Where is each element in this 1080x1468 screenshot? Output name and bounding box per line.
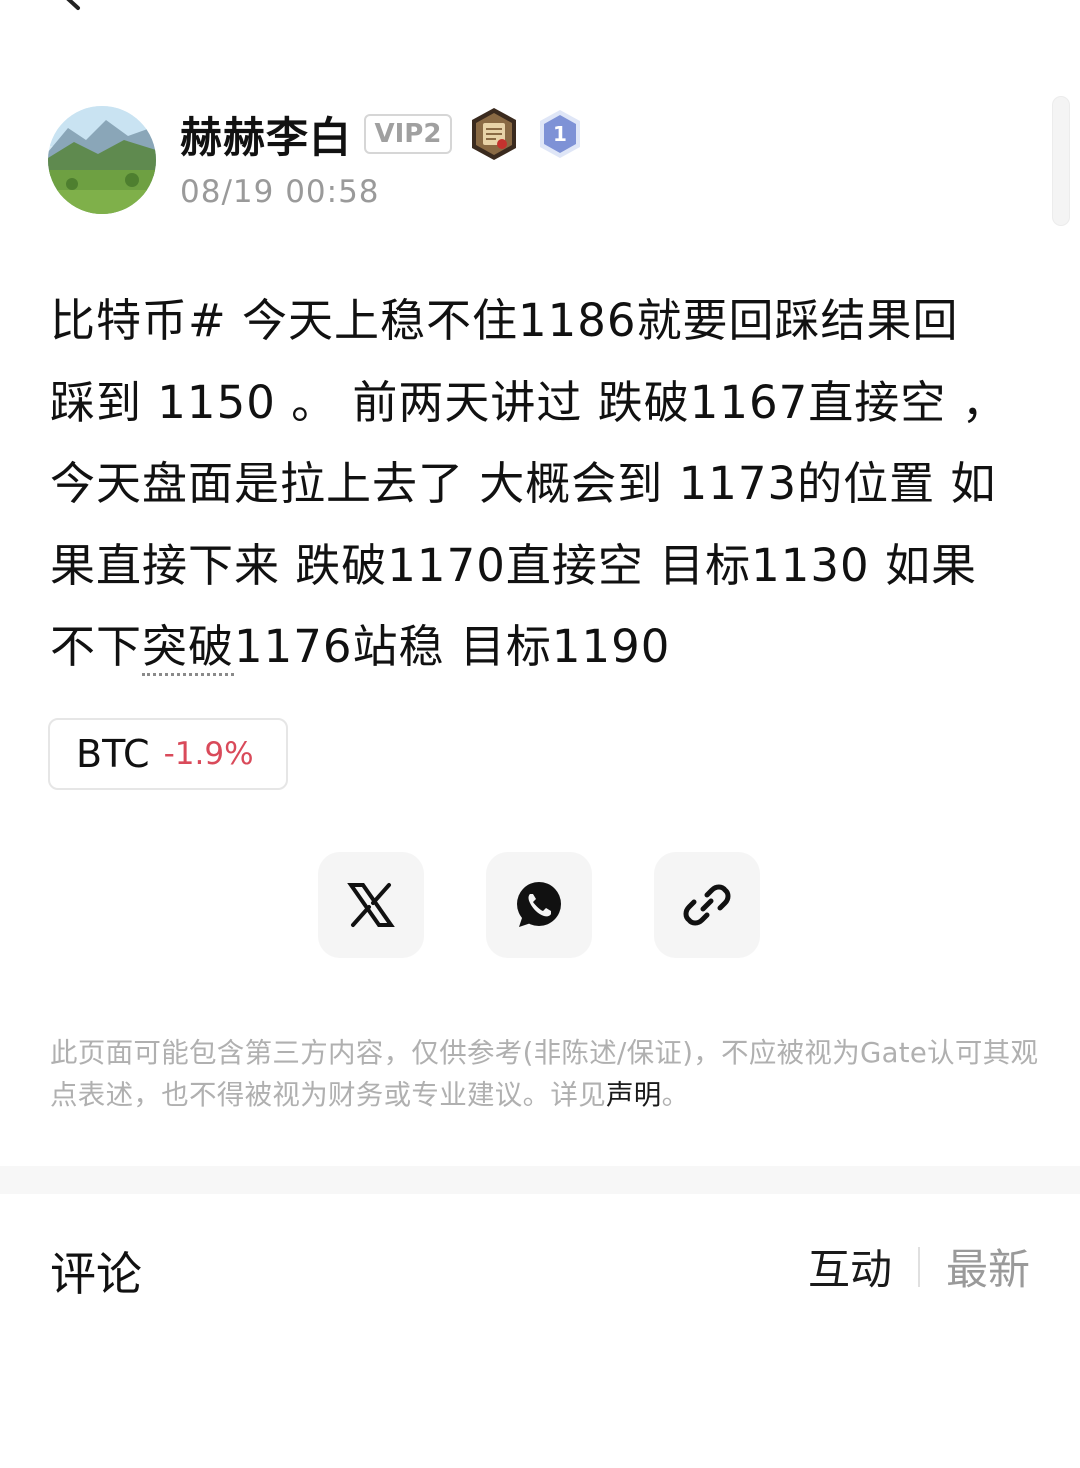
vip-badge: VIP2 [364, 114, 452, 154]
post-line: 今天盘面是拉上去了 大概会到 1173的位置 如 [50, 457, 997, 510]
post-line: 果直接下来 跌破1170直接空 目标1130 如果 [50, 538, 977, 592]
sort-tab-latest[interactable]: 最新 [946, 1236, 1030, 1297]
term-link[interactable]: 突破 [142, 620, 235, 676]
whatsapp-icon [517, 882, 561, 927]
level-badge-icon: 1 [540, 110, 580, 158]
post-line: 比特币# 今天上稳不住1186就要回踩结果回 [50, 294, 959, 347]
disclaimer: 此页面可能包含第三方内容，仅供参考(非陈述/保证)，不应被视为Gate认可其观点… [50, 1032, 1040, 1116]
medal-icon [472, 108, 516, 160]
link-icon [683, 884, 731, 926]
post-text: 不下 [50, 620, 143, 673]
post-body: 比特币# 今天上稳不住1186就要回踩结果回 踩到 1150 。 前两天讲过 跌… [50, 280, 1040, 688]
ticker-change: -1.9% [163, 736, 254, 772]
copy-link-button[interactable] [654, 852, 760, 958]
x-logo-icon [347, 883, 395, 927]
comment-sort-tabs: 互动 最新 [808, 1236, 1030, 1297]
share-x-button[interactable] [318, 852, 424, 958]
author-name[interactable]: 赫赫李白 [180, 110, 352, 166]
comments-title: 评论 [50, 1247, 142, 1301]
sort-divider [917, 1246, 920, 1287]
ticker-symbol: BTC [76, 732, 150, 776]
disclaimer-link[interactable]: 声明 [606, 1079, 662, 1111]
avatar[interactable] [48, 106, 156, 214]
post-text: 1176站稳 目标1190 [234, 620, 671, 673]
share-whatsapp-button[interactable] [486, 852, 592, 958]
author-header: 赫赫李白 VIP2 1 08/19 00:58 [48, 106, 748, 216]
share-row [318, 852, 762, 958]
ticker-chip[interactable]: BTC -1.9% [48, 718, 288, 790]
level-number: 1 [553, 122, 567, 146]
post-line: 不下突破1176站稳 目标1190 [50, 606, 1040, 688]
post-line: 踩到 1150 。 前两天讲过 跌破1167直接空 ， [50, 375, 1008, 429]
back-arrow-icon[interactable] [56, 0, 86, 12]
section-divider [0, 1166, 1080, 1194]
disclaimer-suffix: 。 [661, 1079, 690, 1111]
disclaimer-text: 此页面可能包含第三方内容，仅供参考(非陈述/保证)，不应被视为Gate认可其观点… [50, 1037, 1039, 1111]
sort-tab-interaction[interactable]: 互动 [808, 1236, 892, 1297]
scrollbar-thumb[interactable] [1052, 96, 1070, 226]
post-time: 08/19 00:58 [180, 174, 380, 210]
